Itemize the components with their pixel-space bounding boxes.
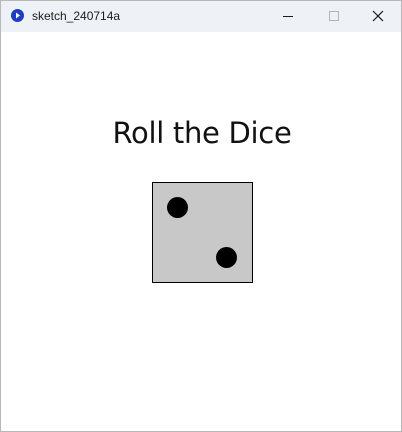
window-title: sketch_240714a: [32, 9, 121, 23]
dice[interactable]: [152, 182, 253, 283]
sketch-canvas[interactable]: Roll the Dice: [1, 32, 401, 431]
close-button[interactable]: [355, 1, 401, 32]
app-window: sketch_240714a Roll the Dice: [0, 0, 402, 432]
dice-pip: [216, 247, 237, 268]
dice-pip: [167, 197, 188, 218]
close-icon: [372, 10, 384, 22]
maximize-icon: [329, 11, 339, 21]
minimize-icon: [283, 16, 293, 17]
minimize-button[interactable]: [265, 1, 311, 32]
maximize-button[interactable]: [311, 1, 357, 32]
title-bar[interactable]: sketch_240714a: [1, 1, 401, 32]
app-icon: [11, 9, 24, 22]
page-title: Roll the Dice: [112, 116, 292, 150]
